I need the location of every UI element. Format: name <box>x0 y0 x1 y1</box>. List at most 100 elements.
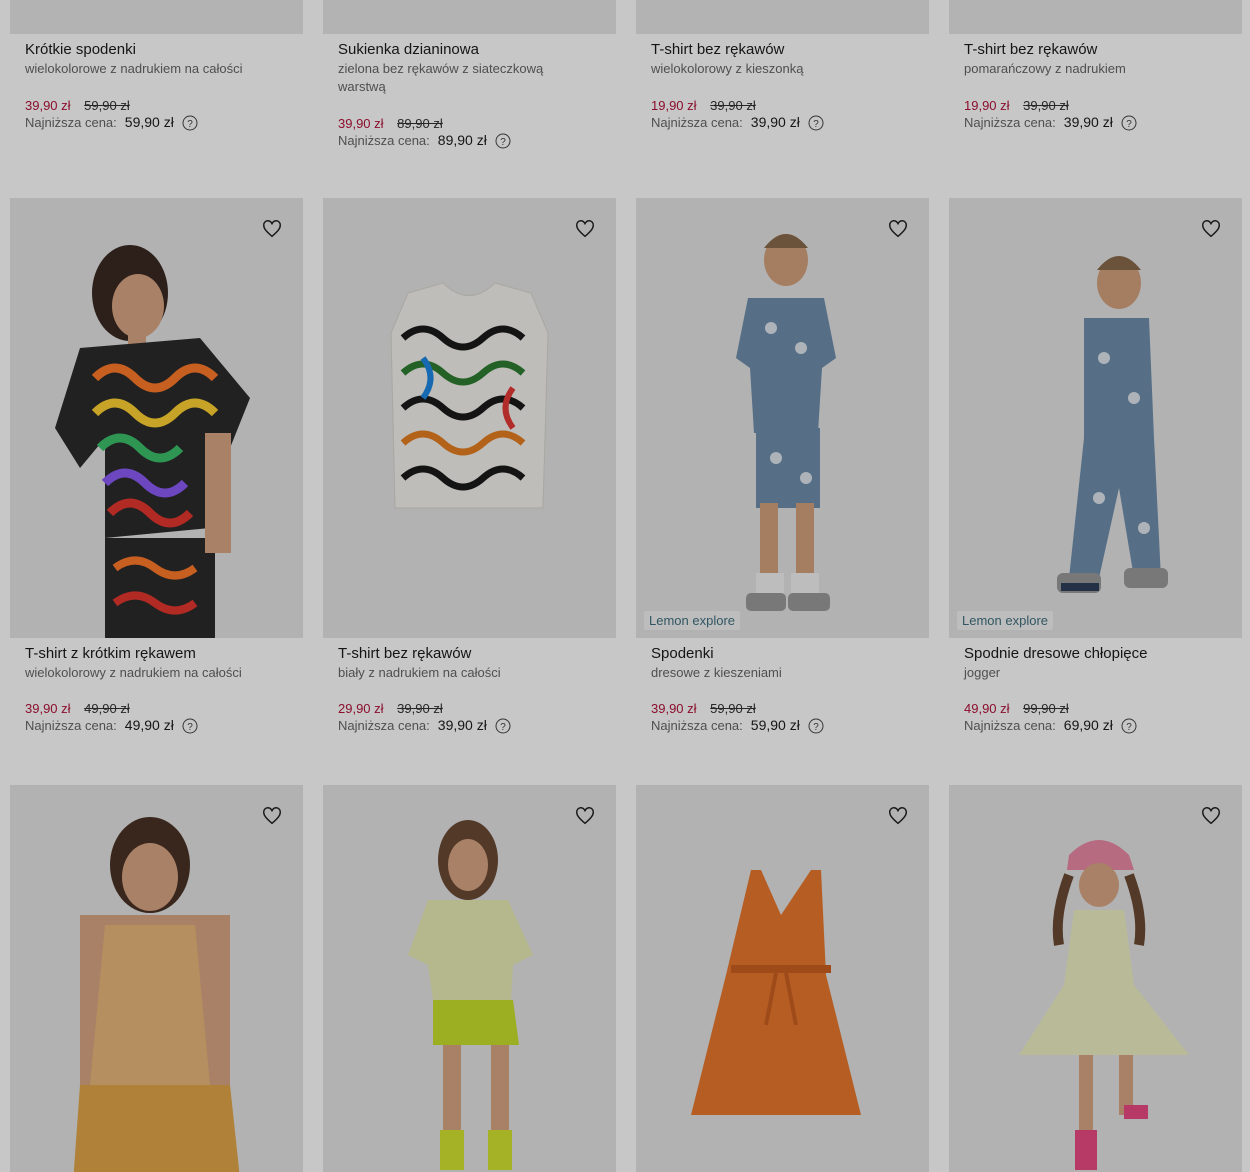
product-name[interactable]: Sukienka dzianinowa <box>338 40 601 60</box>
favorite-button[interactable] <box>887 805 909 827</box>
lowest-price-row: Najniższa cena: 69,90 zł ? <box>964 717 1227 734</box>
white-printed-tank-illustration <box>323 198 616 638</box>
product-image[interactable]: Lemon explore <box>636 198 929 638</box>
lowest-price-row: Najniższa cena: 39,90 zł ? <box>338 717 601 734</box>
product-image[interactable] <box>10 785 303 1172</box>
product-name[interactable]: Spodnie dresowe chłopięce <box>964 644 1227 664</box>
price-block: 49,90 zł 99,90 zł <box>964 700 1227 717</box>
price-block: 39,90 zł 49,90 zł <box>25 700 288 717</box>
heart-icon[interactable] <box>887 218 909 240</box>
product-image[interactable]: Lemon explore <box>949 198 1242 638</box>
boy-in-blue-shorts-illustration <box>636 198 929 638</box>
child-in-printed-tshirt-illustration <box>10 198 303 638</box>
product-name[interactable]: Spodenki <box>651 644 914 664</box>
favorite-button[interactable] <box>261 805 283 827</box>
product-card[interactable]: Lemon explore Spodnie dresowe chłopięce … <box>949 198 1242 734</box>
product-listing-page: Krótkie spodenki wielokolorowe z nadruki… <box>0 0 1250 1172</box>
favorite-button[interactable] <box>574 805 596 827</box>
product-image[interactable] <box>10 198 303 638</box>
sale-price: 49,90 zł <box>964 701 1010 716</box>
favorite-button[interactable] <box>887 218 909 240</box>
price-block: 29,90 zł 39,90 zł <box>338 700 601 717</box>
svg-text:?: ? <box>813 119 819 130</box>
product-image[interactable] <box>949 0 1242 34</box>
svg-text:?: ? <box>813 722 819 733</box>
question-circle-icon[interactable]: ? <box>808 115 824 131</box>
product-name[interactable]: T-shirt z krótkim rękawem <box>25 644 288 664</box>
product-card[interactable]: T-shirt bez rękawów pomarańczowy z nadru… <box>949 0 1242 149</box>
product-name[interactable]: T-shirt bez rękawów <box>338 644 601 664</box>
svg-text:?: ? <box>187 119 193 130</box>
price-block: 39,90 zł 89,90 zł <box>338 115 601 132</box>
question-circle-icon[interactable]: ? <box>495 718 511 734</box>
question-circle-icon[interactable]: ? <box>182 718 198 734</box>
product-card[interactable] <box>323 785 616 1172</box>
product-row-3 <box>10 785 1242 1172</box>
product-card[interactable] <box>949 785 1242 1172</box>
original-price: 89,90 zł <box>397 116 443 131</box>
original-price: 39,90 zł <box>1023 98 1069 113</box>
heart-icon[interactable] <box>1200 805 1222 827</box>
product-name[interactable]: T-shirt bez rękawów <box>651 40 914 60</box>
product-image[interactable] <box>323 198 616 638</box>
original-price: 39,90 zł <box>397 701 443 716</box>
product-card[interactable]: T-shirt z krótkim rękawem wielokolorowy … <box>10 198 303 734</box>
lowest-price-value: 39,90 zł <box>750 114 800 130</box>
product-card[interactable]: T-shirt bez rękawów biały z nadrukiem na… <box>323 198 616 734</box>
question-circle-icon[interactable]: ? <box>1121 115 1137 131</box>
lowest-price-label: Najniższa cena: <box>964 115 1056 130</box>
lowest-price-label: Najniższa cena: <box>651 718 743 733</box>
product-name[interactable]: Krótkie spodenki <box>25 40 288 60</box>
favorite-button[interactable] <box>1200 218 1222 240</box>
product-description: dresowe z kieszeniami <box>651 665 782 680</box>
question-circle-icon[interactable]: ? <box>495 133 511 149</box>
sale-price: 29,90 zł <box>338 701 384 716</box>
heart-icon[interactable] <box>887 805 909 827</box>
product-description: jogger <box>964 665 1001 680</box>
product-card[interactable] <box>10 785 303 1172</box>
heart-icon[interactable] <box>1200 218 1222 240</box>
orange-dress-illustration <box>636 785 929 1172</box>
sale-price: 19,90 zł <box>964 98 1010 113</box>
question-circle-icon[interactable]: ? <box>182 115 198 131</box>
product-image[interactable] <box>10 0 303 34</box>
product-image[interactable] <box>323 785 616 1172</box>
svg-text:?: ? <box>1126 722 1132 733</box>
favorite-button[interactable] <box>261 218 283 240</box>
product-image[interactable] <box>323 0 616 34</box>
product-image[interactable] <box>636 785 929 1172</box>
product-card[interactable]: Krótkie spodenki wielokolorowe z nadruki… <box>10 0 303 149</box>
brand-badge: Lemon explore <box>957 611 1053 630</box>
product-description: biały z nadrukiem na całości <box>338 665 501 680</box>
product-card[interactable]: T-shirt bez rękawów wielokolorowy z kies… <box>636 0 929 149</box>
lowest-price-label: Najniższa cena: <box>25 115 117 130</box>
heart-icon[interactable] <box>261 805 283 827</box>
product-description: wielokolorowy z nadrukiem na całości <box>25 665 242 680</box>
original-price: 39,90 zł <box>710 98 756 113</box>
heart-icon[interactable] <box>574 218 596 240</box>
product-card[interactable]: Sukienka dzianinowa zielona bez rękawów … <box>323 0 616 149</box>
question-circle-icon[interactable]: ? <box>808 718 824 734</box>
product-row-1: Krótkie spodenki wielokolorowe z nadruki… <box>10 0 1242 149</box>
lowest-price-value: 59,90 zł <box>124 114 174 130</box>
lowest-price-value: 49,90 zł <box>124 717 174 733</box>
original-price: 59,90 zł <box>84 98 130 113</box>
sale-price: 39,90 zł <box>338 116 384 131</box>
product-image[interactable] <box>949 785 1242 1172</box>
product-card[interactable] <box>636 785 929 1172</box>
product-row-2: T-shirt z krótkim rękawem wielokolorowy … <box>10 198 1242 734</box>
lowest-price-row: Najniższa cena: 59,90 zł ? <box>25 114 288 131</box>
favorite-button[interactable] <box>1200 805 1222 827</box>
price-block: 19,90 zł 39,90 zł <box>651 97 914 114</box>
favorite-button[interactable] <box>574 218 596 240</box>
product-card[interactable]: Lemon explore Spodenki dresowe z kieszen… <box>636 198 929 734</box>
price-block: 39,90 zł 59,90 zł <box>651 700 914 717</box>
heart-icon[interactable] <box>574 805 596 827</box>
product-image[interactable] <box>636 0 929 34</box>
question-circle-icon[interactable]: ? <box>1121 718 1137 734</box>
original-price: 49,90 zł <box>84 701 130 716</box>
product-name[interactable]: T-shirt bez rękawów <box>964 40 1227 60</box>
heart-icon[interactable] <box>261 218 283 240</box>
price-block: 39,90 zł 59,90 zł <box>25 97 288 114</box>
sale-price: 39,90 zł <box>651 701 697 716</box>
